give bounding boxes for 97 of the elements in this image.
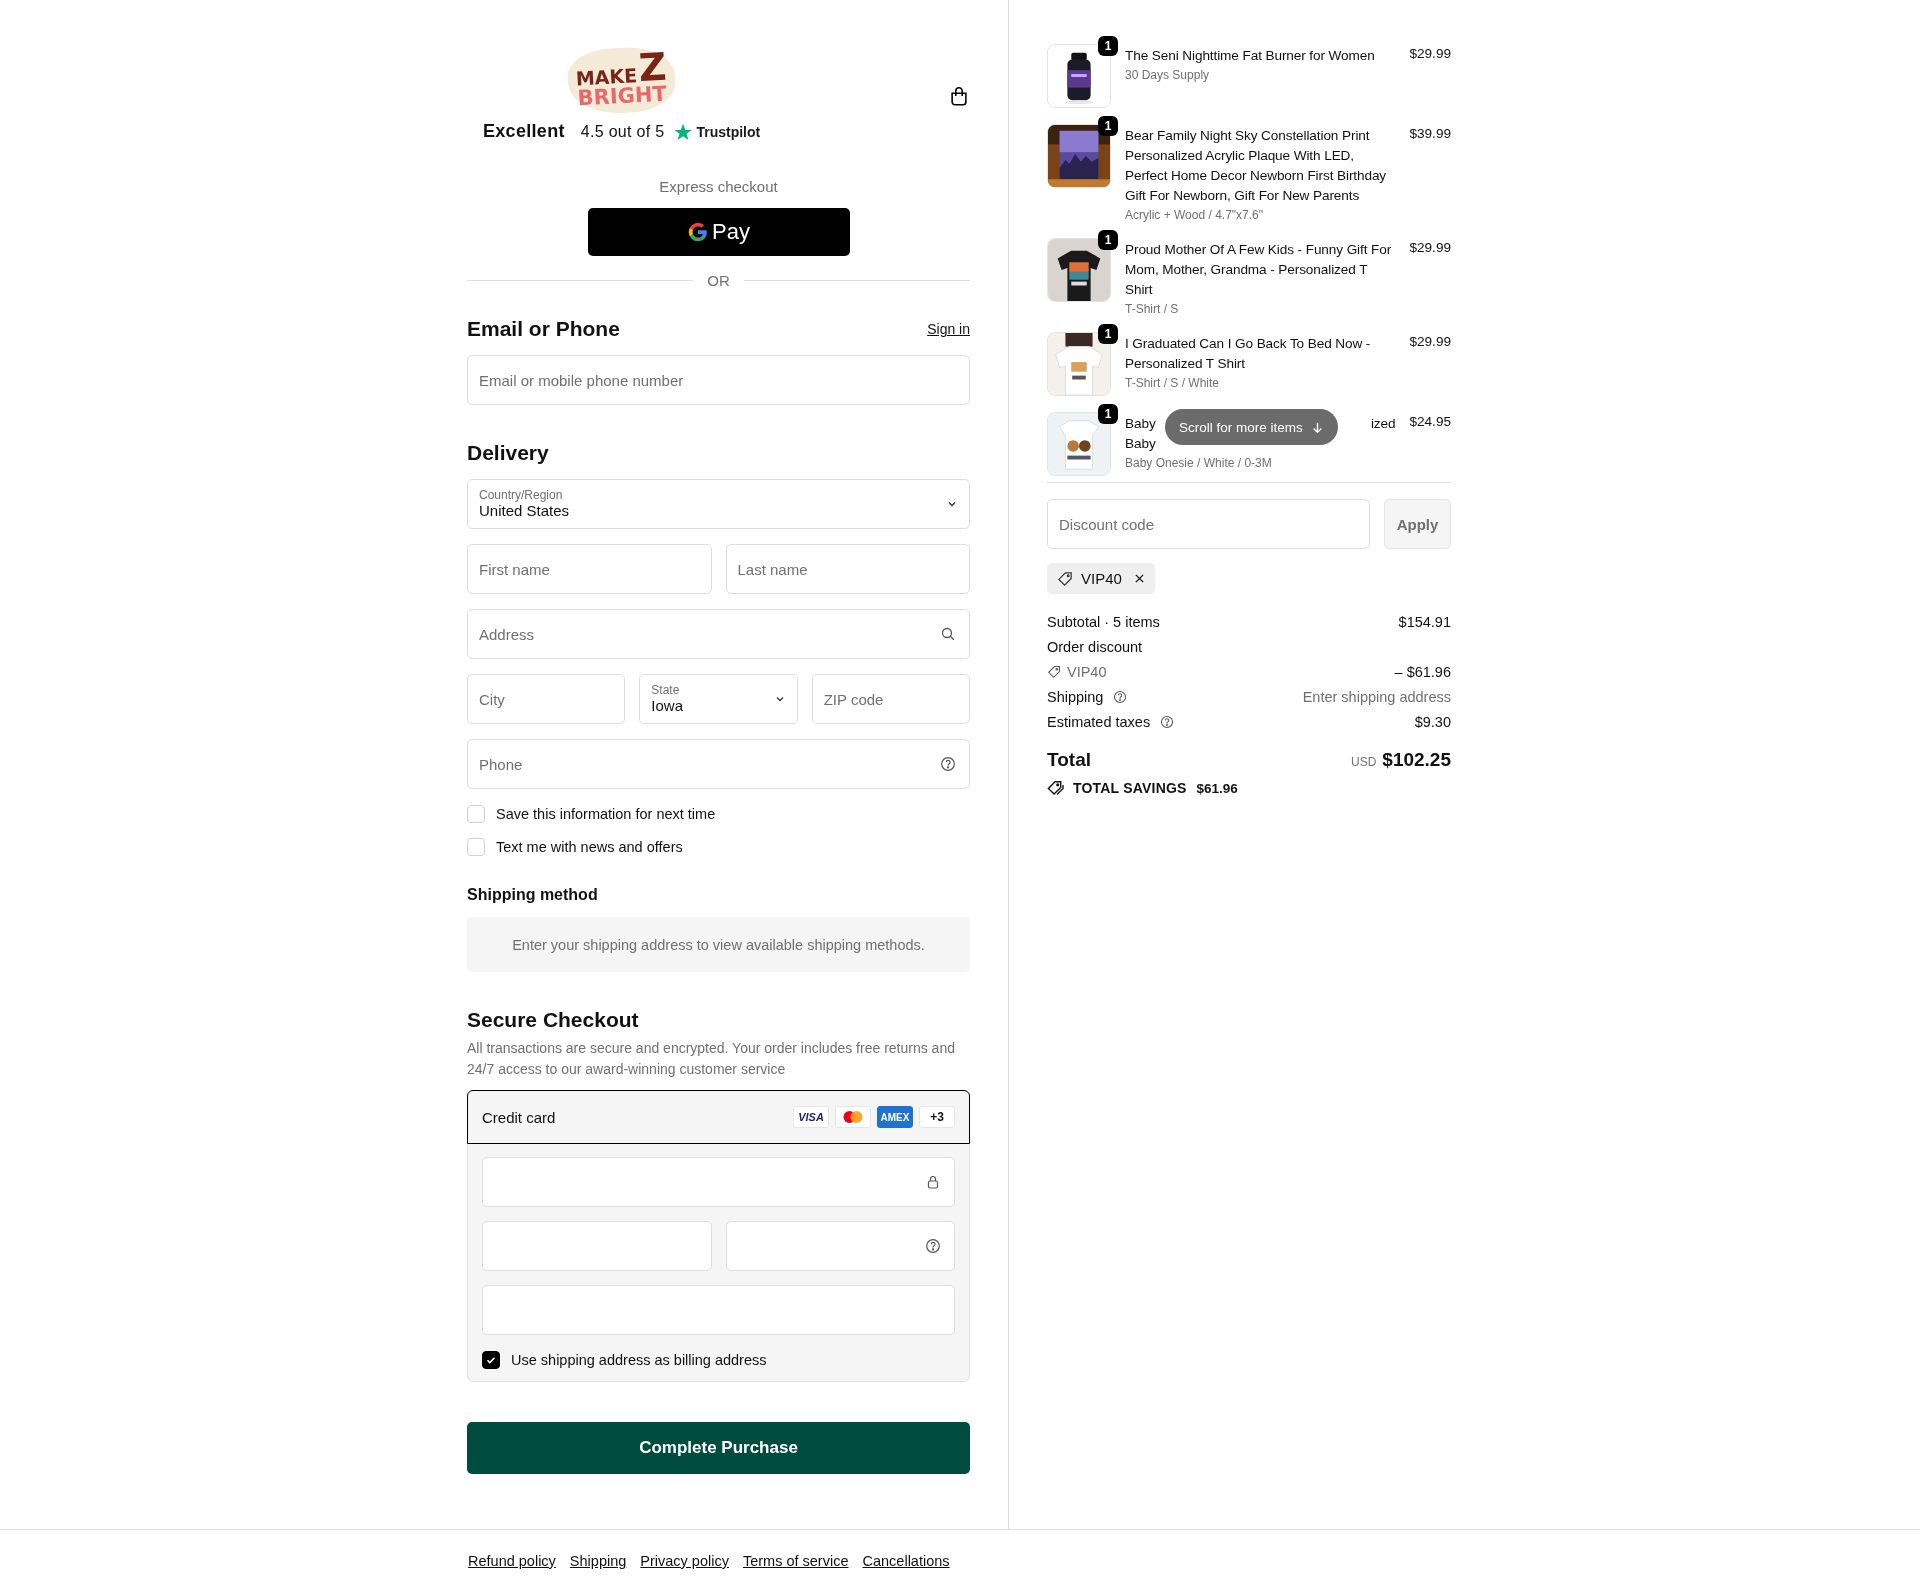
product-variant: 30 Days Supply [1125, 68, 1211, 82]
shopping-bag-icon[interactable] [948, 85, 970, 108]
sign-in-link[interactable]: Sign in [927, 321, 970, 338]
section-heading: Email or Phone [467, 317, 620, 342]
savings-value: $61.96 [1196, 780, 1238, 796]
logo[interactable]: MAKE Z BRIGHT [566, 45, 677, 116]
input-field[interactable]: Last name [725, 544, 970, 595]
product-title: I Graduated Can I Go Back To Bed Now - Personalized T Shirt [1125, 335, 1372, 373]
product-variant: Baby Onesie / White / 0-3M [1125, 456, 1273, 470]
logo-letter: Z [637, 49, 668, 86]
complete-purchase-button[interactable]: Complete Purchase [467, 1422, 970, 1475]
help-icon[interactable] [925, 1238, 941, 1255]
checkbox-label: Use shipping address as billing address [511, 1352, 767, 1369]
product-title: Baby [1125, 435, 1156, 453]
product-price: $29.99 [1409, 45, 1451, 61]
help-icon[interactable] [1113, 690, 1128, 704]
checkbox[interactable] [482, 1351, 500, 1370]
summary-label: Estimated taxes [1047, 714, 1151, 730]
footer-link[interactable]: Refund policy [468, 1553, 556, 1569]
card-brand: VISA [793, 1106, 829, 1129]
product-price: $24.95 [1409, 413, 1451, 429]
card-brand-icon [835, 1106, 871, 1129]
quantity-badge: 1 [1098, 404, 1118, 424]
section-heading: Secure Checkout [467, 1008, 640, 1033]
help-icon[interactable] [1160, 715, 1175, 729]
payment-option-label: Credit card [482, 1108, 556, 1126]
summary-label: Order discount [1047, 639, 1143, 655]
express-checkout-label: Express checkout [658, 178, 779, 196]
input-field[interactable]: ZIP code [811, 674, 970, 725]
product-price: $39.99 [1409, 125, 1451, 141]
tags-icon [1047, 780, 1065, 796]
summary-label: Subtotal · 5 items [1047, 614, 1160, 630]
input-field[interactable]: Phone [467, 739, 970, 790]
info-notice: Enter your shipping address to view available shipping methods. [467, 917, 970, 973]
gpay-button[interactable]: Pay [587, 208, 850, 257]
product-title: The Seni Nighttime Fat Burner for Women [1125, 47, 1376, 65]
star-icon [674, 122, 693, 141]
tag-icon [1047, 665, 1061, 679]
rating-label: Excellent [483, 121, 565, 143]
quantity-badge: 1 [1098, 116, 1118, 136]
g-logo-icon [687, 221, 710, 244]
close-icon[interactable] [1133, 573, 1145, 584]
summary-value: Enter shipping address [1302, 689, 1451, 705]
discount-code: VIP40 [1067, 664, 1107, 680]
footer-link[interactable]: Terms of service [742, 1553, 849, 1569]
quantity-badge: 1 [1098, 324, 1118, 344]
footer-link[interactable]: Privacy policy [640, 1553, 729, 1569]
savings-label: TOTAL SAVINGS [1073, 780, 1187, 796]
product-title: ized [1370, 415, 1396, 433]
discount-code: VIP40 [1081, 570, 1122, 587]
card-brand: AMEX [877, 1106, 913, 1129]
quantity-badge: 1 [1098, 230, 1118, 250]
checkbox-label: Save this information for next time [496, 806, 716, 823]
review-brand: Trustpilot [696, 123, 761, 140]
product-title: Baby [1125, 415, 1156, 433]
summary-label: Shipping [1047, 689, 1104, 705]
input-field[interactable]: Address [467, 609, 970, 660]
product-price: $29.99 [1409, 239, 1451, 255]
currency-code: USD [1350, 755, 1377, 769]
product-variant: T-Shirt / S [1125, 302, 1180, 316]
divider-label: OR [707, 272, 730, 290]
section-heading: Delivery [467, 441, 550, 466]
input-field[interactable] [482, 1221, 712, 1272]
select-field[interactable]: State Iowa [639, 674, 798, 725]
search-icon [940, 626, 956, 643]
product-variant: T-Shirt / S / White [1125, 376, 1221, 390]
section-heading: Shipping method [467, 886, 599, 905]
apply-button[interactable]: Apply [1384, 499, 1451, 549]
input-field[interactable]: Email or mobile phone number [467, 355, 970, 406]
summary-value: $9.30 [1414, 714, 1451, 730]
input-field[interactable]: City [467, 674, 626, 725]
summary-value: – $61.96 [1394, 664, 1451, 680]
security-note: All transactions are secure and encrypted. Your order includes free returns and 24/7 access to our award-winning customer service [467, 1039, 956, 1080]
payment-option[interactable]: Credit card VISA AMEX +3 [467, 1090, 970, 1145]
total-label: Total [1047, 749, 1091, 771]
total-value: $102.25 [1382, 749, 1451, 771]
footer-link[interactable]: Shipping [569, 1553, 627, 1569]
more-brands-count: +3 [919, 1106, 955, 1129]
rating-score: 4.5 out of 5 [580, 122, 665, 141]
input-field[interactable] [725, 1221, 955, 1272]
summary-value: $154.91 [1398, 614, 1451, 630]
scroll-hint[interactable]: Scroll for more items [1165, 409, 1338, 445]
footer-link[interactable]: Cancellations [862, 1553, 950, 1569]
product-title: Bear Family Night Sky Constellation Print Personalized Acrylic Plaque With LED, Perfect Home Decor Newborn First Birthday Gift For Newborn, Gift For New Parents [1125, 127, 1388, 205]
discount-code-field[interactable]: Discount code [1047, 499, 1370, 549]
quantity-badge: 1 [1098, 36, 1118, 56]
product-variant: Acrylic + Wood / 4.7"x7.6" [1125, 208, 1265, 222]
help-icon[interactable] [940, 756, 956, 773]
product-price: $29.99 [1409, 333, 1451, 349]
input-field[interactable]: First name [467, 544, 712, 595]
product-title: Proud Mother Of A Few Kids - Funny Gift For Mom, Mother, Grandma - Personalized T Shirt [1125, 241, 1393, 299]
input-field[interactable] [482, 1285, 955, 1336]
lock-icon [925, 1174, 941, 1191]
checkbox-label: Text me with news and offers [496, 839, 683, 856]
input-field[interactable] [482, 1157, 955, 1208]
tag-icon [1057, 570, 1073, 587]
select-field[interactable]: Country/Region United States [467, 479, 970, 530]
